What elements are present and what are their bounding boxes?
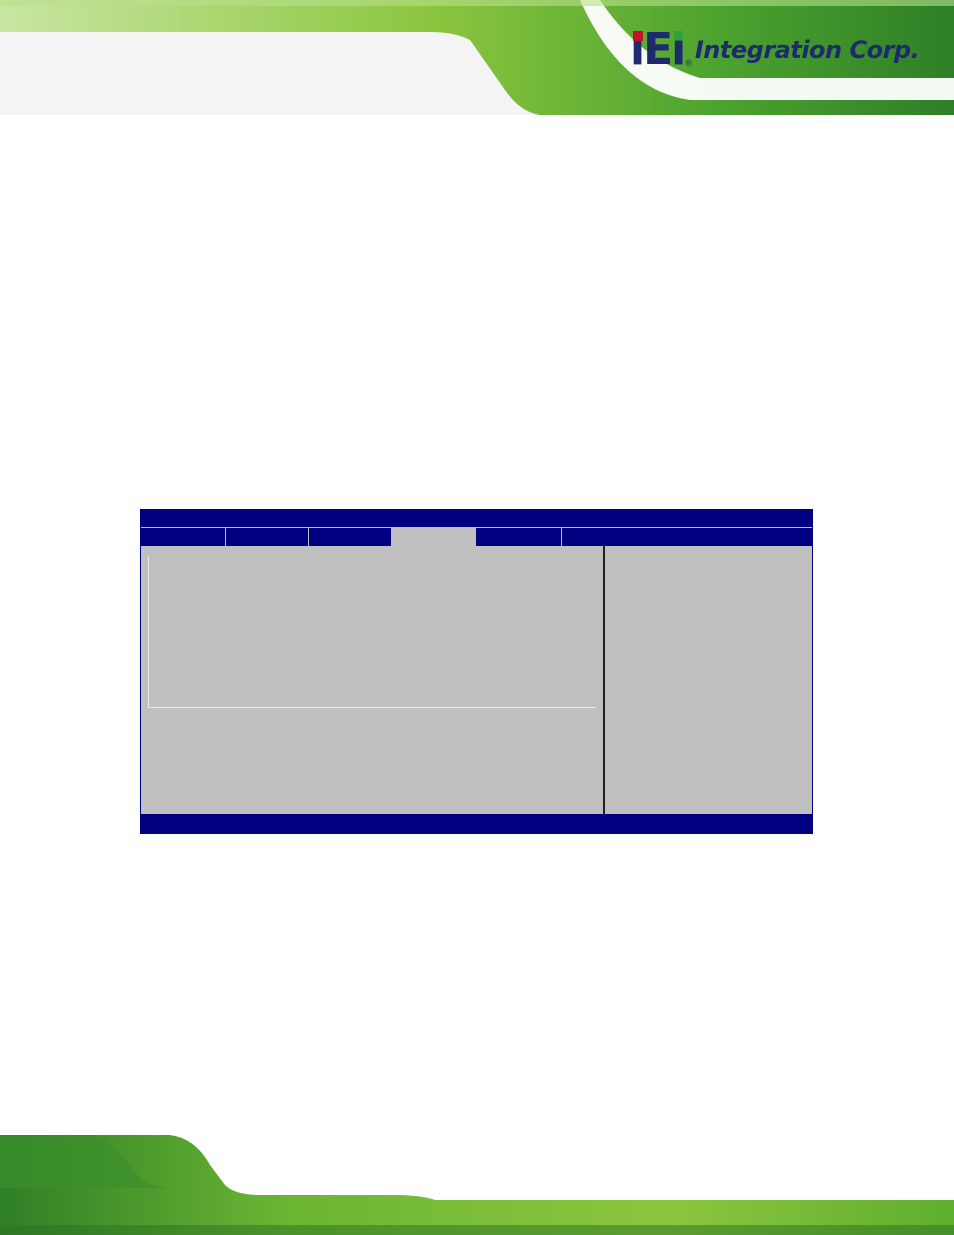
bios-tab-3[interactable] — [309, 528, 392, 546]
bios-main-pane — [141, 546, 604, 816]
bios-help-pane — [605, 546, 812, 816]
bios-setup-screen — [140, 509, 813, 834]
bios-title-bar — [141, 510, 812, 527]
logo-company-name: Integration Corp. — [694, 36, 920, 64]
bios-tab-2[interactable] — [226, 528, 309, 546]
bios-tab-6[interactable] — [562, 528, 814, 546]
footer-banner — [0, 1130, 954, 1235]
bios-tab-1[interactable] — [141, 528, 226, 546]
logo-red-dot — [633, 31, 643, 41]
company-logo: iEi ® Integration Corp. — [630, 26, 920, 74]
bios-tab-5[interactable] — [476, 528, 562, 546]
bios-settings-box — [148, 556, 596, 708]
registered-mark: ® — [685, 58, 692, 68]
bios-menu-bar — [141, 527, 812, 546]
logo-green-dot — [674, 31, 684, 40]
logo-mark: iEi — [630, 28, 686, 72]
bios-tab-4-selected[interactable] — [392, 528, 476, 546]
bios-status-bar — [141, 814, 812, 833]
